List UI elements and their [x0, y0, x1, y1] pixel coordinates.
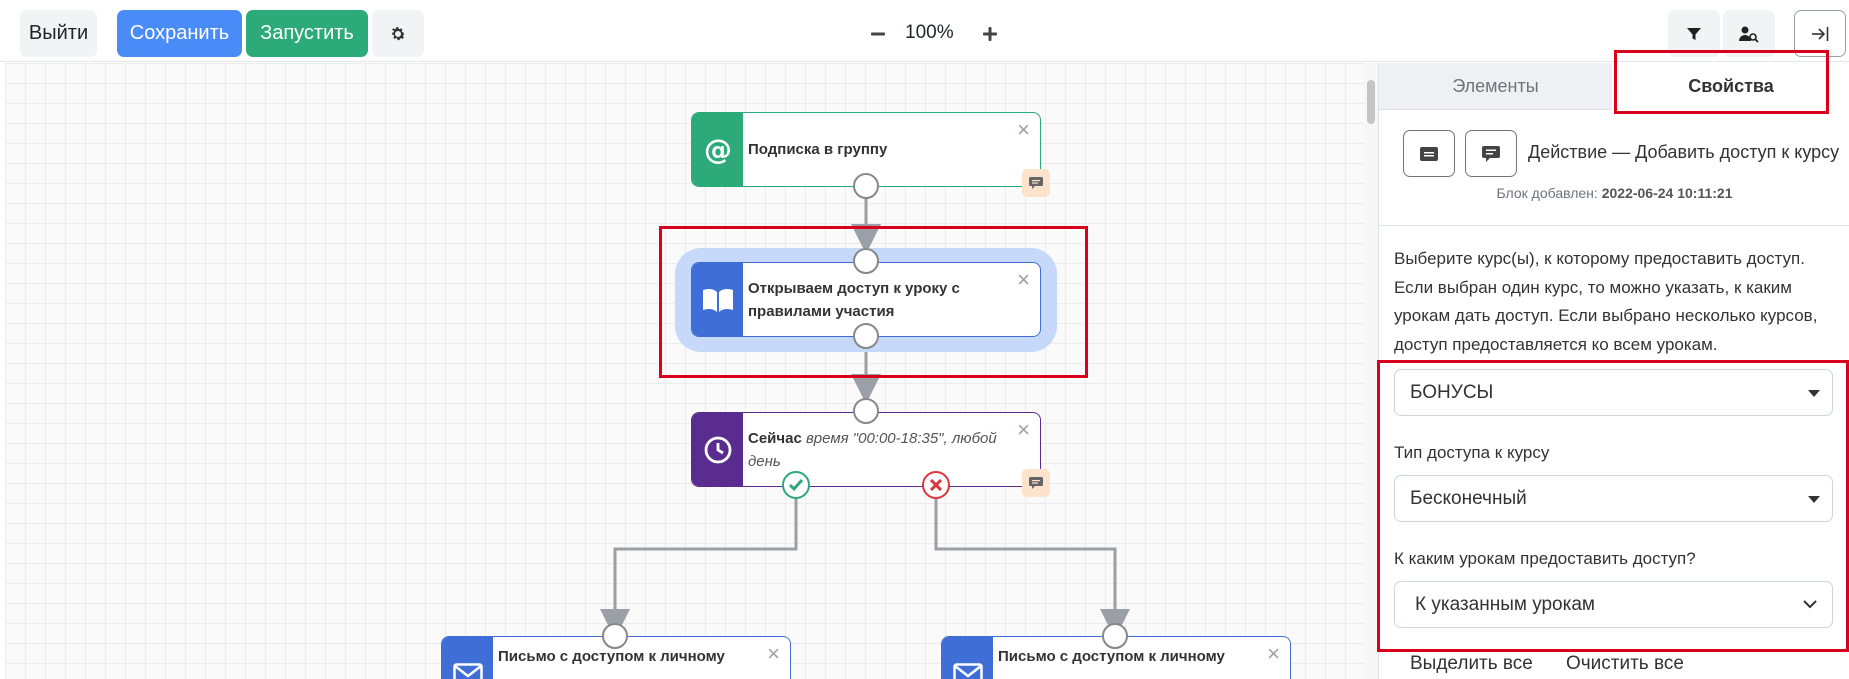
output-port[interactable]: [853, 173, 879, 199]
divider: [1379, 225, 1849, 226]
comment-icon[interactable]: [1022, 469, 1050, 497]
input-port[interactable]: [1102, 623, 1128, 649]
comment-icon[interactable]: [1022, 169, 1050, 197]
mail-icon: [442, 637, 493, 679]
annotation-highlight: [1377, 360, 1849, 652]
exit-button[interactable]: Выйти: [20, 10, 97, 57]
input-port[interactable]: [853, 398, 879, 424]
input-port[interactable]: [602, 623, 628, 649]
no-branch-port[interactable]: [922, 471, 950, 499]
description-text: Выберите курс(ы), к которому предоставит…: [1394, 249, 1818, 354]
close-icon[interactable]: ×: [1017, 119, 1030, 141]
comment-button[interactable]: [1465, 130, 1517, 177]
arrow-to-right-icon: [1812, 26, 1829, 41]
run-button[interactable]: Запустить: [246, 10, 368, 57]
clear-all-link[interactable]: Очистить все: [1566, 653, 1684, 675]
properties-panel: Элементы Свойства Действие — Добавить до…: [1377, 50, 1849, 679]
annotation-highlight: [1614, 50, 1829, 114]
mail-icon: [942, 637, 993, 679]
block-added-info: Блок добавлен: 2022-06-24 10:11:21: [1496, 185, 1733, 201]
action-title: Действие — Добавить доступ к курсу: [1528, 142, 1840, 162]
yes-branch-port[interactable]: [782, 471, 810, 499]
zoom-level: 100%: [905, 22, 954, 43]
x-icon: [930, 479, 942, 491]
node-title: Письмо с доступом к личному: [998, 648, 1225, 665]
save-button[interactable]: Сохранить: [117, 10, 242, 57]
zoom-out-button[interactable]: [861, 17, 895, 51]
card-icon: [1420, 146, 1438, 161]
canvas-scrollbar[interactable]: [1364, 63, 1378, 679]
close-icon[interactable]: ×: [1267, 643, 1280, 665]
user-search-icon: [1739, 26, 1759, 43]
zoom-in-button[interactable]: [973, 17, 1007, 51]
at-icon: @: [692, 113, 743, 186]
top-toolbar: Выйти Сохранить Запустить 100%: [0, 0, 1849, 62]
annotation-highlight: [659, 226, 1088, 378]
minus-icon: [871, 32, 885, 36]
filter-icon: [1687, 27, 1701, 40]
check-icon: [788, 479, 804, 492]
close-icon[interactable]: ×: [1017, 419, 1030, 441]
tab-elements[interactable]: Элементы: [1379, 63, 1612, 110]
svg-text:@: @: [704, 135, 732, 165]
settings-button[interactable]: [372, 10, 424, 57]
card-view-button[interactable]: [1403, 130, 1455, 177]
comment-icon: [1482, 145, 1500, 162]
close-icon[interactable]: ×: [767, 643, 780, 665]
canvas-scrollbar-thumb[interactable]: [1367, 80, 1375, 124]
node-title: Подписка в группу: [748, 141, 888, 158]
select-all-link[interactable]: Выделить все: [1410, 653, 1533, 675]
clock-icon: [692, 413, 743, 486]
plus-icon: [983, 27, 997, 41]
node-title: Письмо с доступом к личному: [498, 648, 725, 665]
gear-icon: [391, 26, 406, 40]
flow-canvas[interactable]: @ Подписка в группу × Открываем доступ к…: [5, 63, 1370, 679]
